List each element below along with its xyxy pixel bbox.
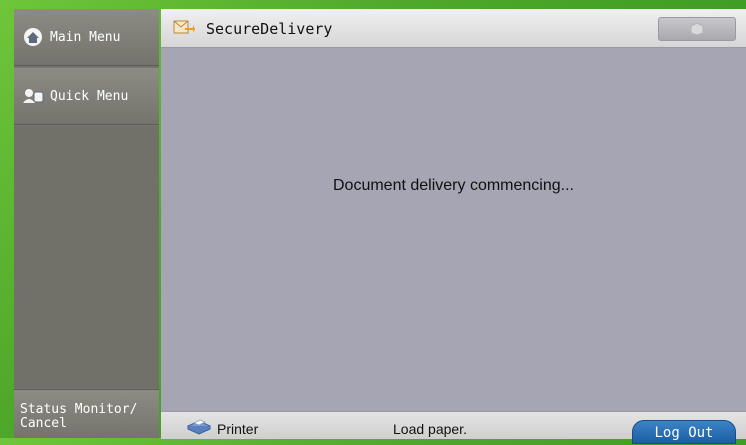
quick-menu-button[interactable]: Quick Menu bbox=[14, 68, 159, 125]
status-monitor-cancel-button[interactable]: Status Monitor/ Cancel bbox=[14, 389, 159, 438]
toolbar-button[interactable] bbox=[658, 17, 736, 41]
device-label: Printer bbox=[217, 421, 259, 437]
status-bar: Printer Load paper. Log Out bbox=[161, 411, 746, 444]
main-menu-button[interactable]: Main Menu bbox=[14, 9, 159, 66]
title-bar: SecureDelivery bbox=[161, 9, 746, 48]
window-title: SecureDelivery bbox=[206, 20, 333, 38]
secure-delivery-icon bbox=[173, 17, 195, 37]
log-out-button[interactable]: Log Out bbox=[632, 420, 736, 444]
printer-icon bbox=[185, 416, 213, 436]
main-panel: SecureDelivery Document delivery commenc… bbox=[161, 9, 746, 444]
status-message: Document delivery commencing... bbox=[333, 177, 574, 194]
main-menu-label: Main Menu bbox=[50, 29, 121, 45]
sidebar-empty-area bbox=[14, 126, 159, 388]
quick-menu-label: Quick Menu bbox=[50, 88, 129, 104]
box-icon bbox=[690, 22, 704, 36]
home-icon bbox=[22, 27, 44, 47]
sidebar: Main Menu Quick Menu Status Monitor/ Can… bbox=[14, 9, 159, 438]
status-monitor-label: Status Monitor/ Cancel bbox=[20, 402, 138, 431]
device-status-text: Load paper. bbox=[393, 421, 467, 437]
users-icon bbox=[22, 86, 44, 106]
